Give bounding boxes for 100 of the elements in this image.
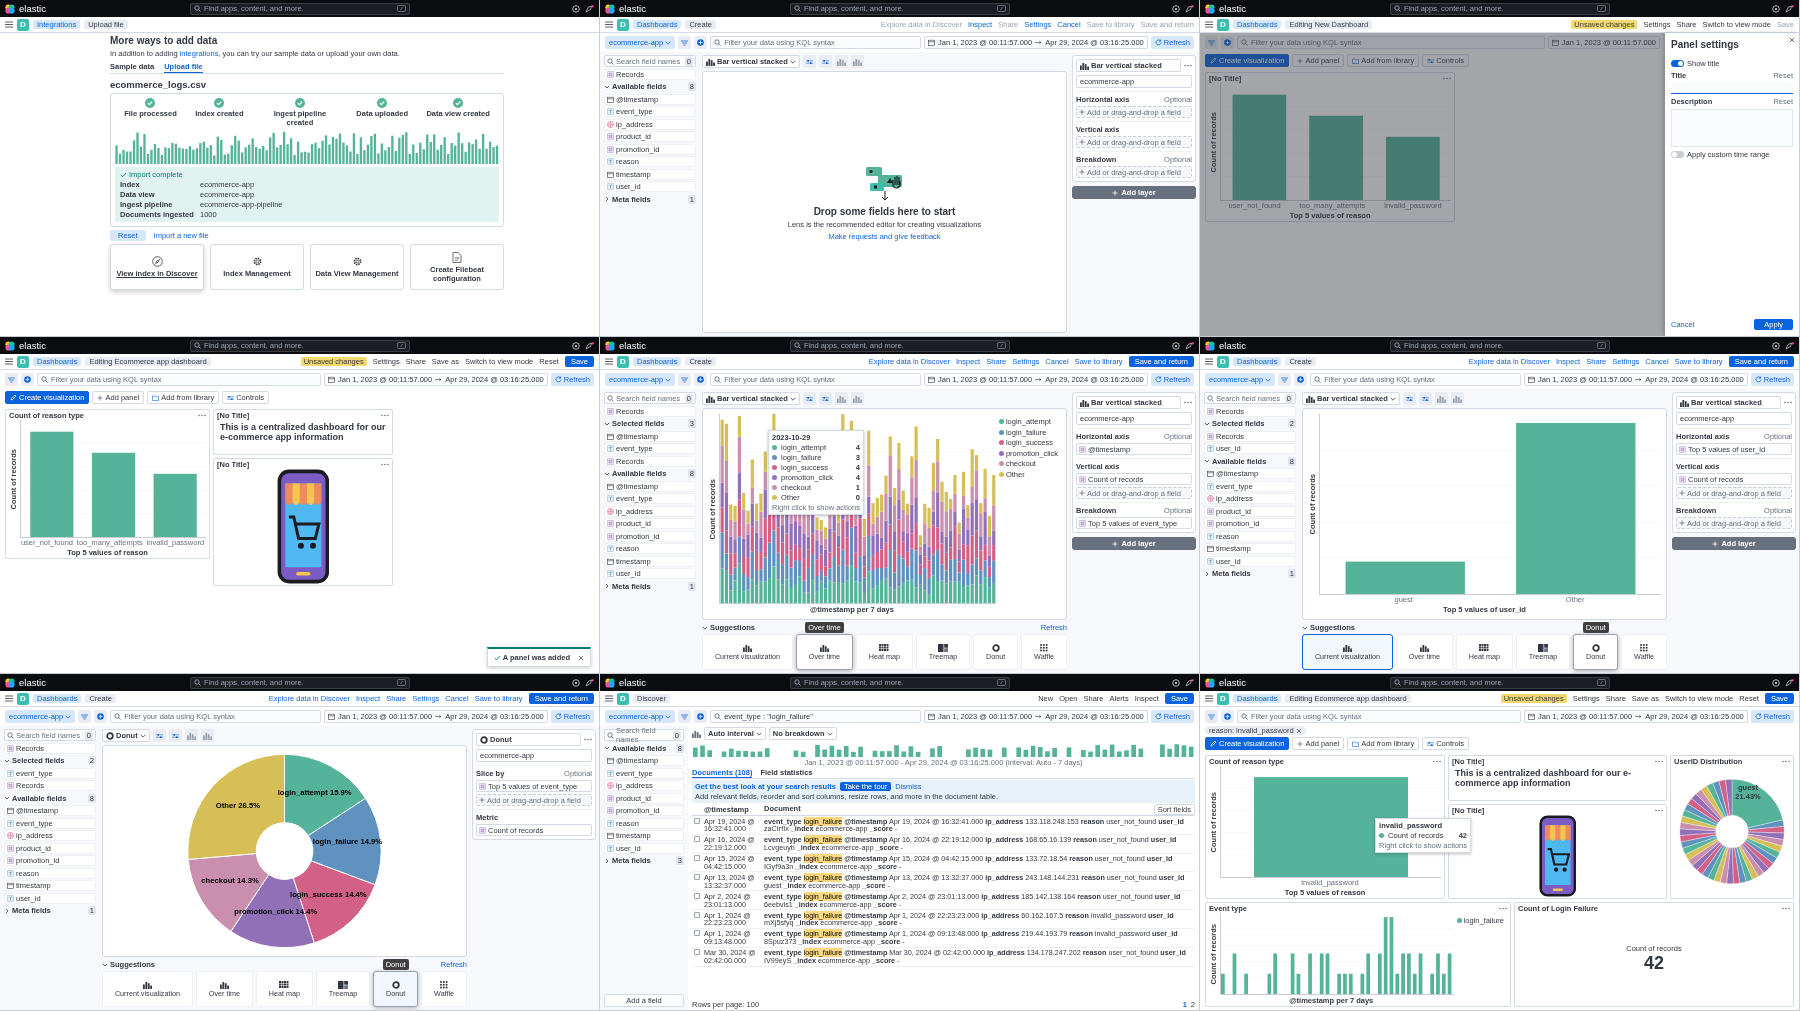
shortcut-icon	[997, 342, 1006, 349]
globe-icon	[7, 832, 14, 839]
pencil-icon	[1210, 740, 1217, 747]
text-type-icon	[607, 769, 614, 777]
row-checkbox[interactable]	[694, 836, 700, 843]
text-type-icon	[1207, 482, 1214, 490]
arrow-icon	[435, 714, 443, 719]
plus-icon	[1112, 189, 1119, 196]
plus-icon	[1079, 109, 1085, 115]
add-filter-button[interactable]	[1294, 373, 1308, 386]
row-checkbox[interactable]	[694, 817, 700, 824]
flyout-title: Panel settings	[1671, 39, 1740, 52]
calendar-icon	[328, 713, 335, 720]
shortcut-icon	[1597, 679, 1606, 686]
waffle-icon	[1040, 643, 1049, 652]
toolbar-button[interactable]	[834, 55, 848, 68]
bar-chart-icon	[706, 57, 715, 66]
search-icon	[1314, 376, 1322, 383]
menu-icon	[5, 695, 13, 702]
add-filter-button[interactable]	[1221, 36, 1234, 49]
globe-icon	[607, 507, 614, 515]
toolbar-button[interactable]	[802, 55, 816, 68]
add-filter-icon	[1224, 713, 1231, 720]
toolbar-button[interactable]	[850, 392, 864, 405]
bar-chart-icon	[819, 643, 829, 652]
folder-icon	[1352, 740, 1360, 747]
toolbar-button[interactable]	[1418, 392, 1432, 405]
toolbar-button[interactable]	[818, 392, 832, 405]
row-checkbox[interactable]	[694, 855, 700, 862]
hash-icon	[607, 145, 614, 153]
sliders-icon	[821, 58, 829, 65]
add-filter-button[interactable]	[694, 373, 708, 386]
row-checkbox[interactable]	[694, 930, 700, 937]
hash-icon	[607, 532, 614, 540]
document-icon	[452, 251, 462, 263]
toggle-switch[interactable]	[1671, 60, 1684, 67]
toolbar-button[interactable]	[152, 729, 166, 742]
toolbar-button[interactable]	[1434, 392, 1448, 405]
plus-icon	[1079, 169, 1085, 175]
compass-icon	[151, 256, 163, 267]
brand-name: elastic	[1219, 3, 1246, 14]
search-icon	[1394, 5, 1401, 12]
row-checkbox[interactable]	[694, 911, 700, 918]
toolbar-button[interactable]	[168, 729, 182, 742]
brand-name: elastic	[1219, 340, 1246, 351]
bar-chart-icon	[1452, 394, 1462, 403]
toolbar-button[interactable]	[184, 729, 198, 742]
title-input[interactable]	[1671, 83, 1793, 94]
slice-label: login_success 14.4%	[290, 889, 367, 899]
bar-chart-icon	[1080, 61, 1089, 70]
slice-label: checkout 14.3%	[201, 876, 259, 886]
close-button[interactable]	[1789, 36, 1795, 45]
add-filter-button[interactable]	[694, 36, 708, 49]
toolbar-button[interactable]	[1402, 392, 1416, 405]
help-icon	[572, 678, 580, 687]
toolbar-button[interactable]	[818, 55, 832, 68]
description-input[interactable]	[1671, 109, 1793, 147]
bar-chart-icon	[1306, 394, 1315, 403]
toolbar-button[interactable]	[850, 55, 864, 68]
caret-icon	[755, 731, 762, 736]
more-icon	[1184, 64, 1192, 67]
text-type-icon	[607, 108, 614, 115]
menu-icon	[5, 358, 13, 365]
toolbar-button[interactable]	[200, 729, 214, 742]
row-checkbox[interactable]	[694, 949, 700, 956]
globe-icon	[607, 782, 614, 789]
calendar-icon	[1528, 376, 1535, 383]
row-checkbox[interactable]	[694, 873, 700, 880]
pencil-icon	[10, 394, 17, 401]
text-type-icon	[607, 183, 614, 190]
arrow-icon	[435, 377, 443, 382]
caret-icon	[789, 396, 796, 401]
calendar-icon	[607, 95, 614, 103]
calendar-icon	[607, 170, 614, 178]
add-filter-button[interactable]	[1221, 710, 1234, 723]
search-icon	[714, 39, 722, 46]
hash-icon	[607, 807, 614, 814]
search-icon	[1241, 713, 1248, 720]
bar-chart-icon	[852, 57, 862, 66]
caret-icon	[1389, 396, 1396, 401]
filter-icon	[1208, 39, 1215, 46]
bar-chart-icon	[852, 394, 862, 403]
refresh-icon	[1154, 713, 1162, 720]
filter-menu-button[interactable]	[1205, 36, 1218, 49]
toggle-switch[interactable]	[1671, 151, 1684, 158]
row-checkbox[interactable]	[694, 892, 700, 899]
add-filter-button[interactable]	[94, 710, 108, 723]
sliders-icon	[805, 395, 813, 402]
toolbar-button[interactable]	[1450, 392, 1464, 405]
hash-icon	[1079, 519, 1086, 527]
toolbar-button[interactable]	[834, 392, 848, 405]
search-icon	[1207, 394, 1214, 402]
text-type-icon	[1207, 445, 1214, 452]
search-icon	[794, 342, 801, 349]
calendar-icon	[1207, 545, 1214, 552]
filter-icon	[681, 376, 689, 383]
add-filter-button[interactable]	[21, 373, 34, 386]
add-filter-button[interactable]	[694, 710, 708, 723]
hash-icon	[7, 744, 14, 752]
toolbar-button[interactable]	[802, 392, 816, 405]
